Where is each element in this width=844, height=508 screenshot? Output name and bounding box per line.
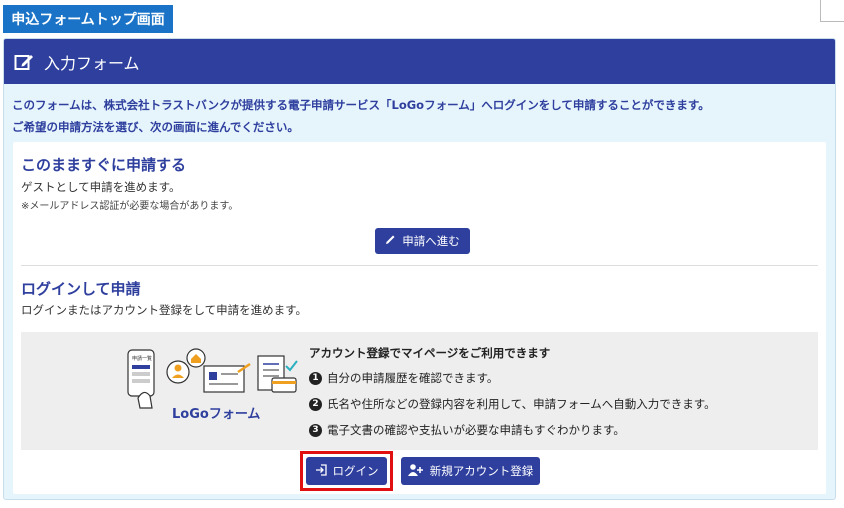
logo-illustration: 申請一覧 LoGoフォーム — [126, 346, 301, 436]
guest-section-note: ※メールアドレス認証が必要な場合があります。 — [21, 201, 239, 212]
intro-text: このフォームは、株式会社トラストバンクが提供する電子申請サービス「LoGoフォー… — [4, 84, 835, 138]
login-highlight-frame — [300, 451, 393, 491]
register-button[interactable]: 新規アカウント登録 — [401, 457, 540, 485]
features-title: アカウント登録でマイページをご利用できます — [309, 346, 551, 360]
form-card: 入力フォーム このフォームは、株式会社トラストバンクが提供する電子申請サービス「… — [3, 38, 836, 500]
feature-number-1: 1 — [309, 371, 322, 385]
proceed-button-label: 申請へ進む — [402, 234, 460, 248]
intro-line-1: このフォームは、株式会社トラストバンクが提供する電子申請サービス「LoGoフォー… — [12, 98, 710, 112]
feature-text-3: 電子文書の確認や支払いが必要な申請もすぐわかります。 — [327, 423, 625, 437]
pencil-icon — [385, 234, 396, 248]
feature-number-3: 3 — [309, 423, 322, 437]
guest-section-text: ゲストとして申請を進めます。 — [21, 180, 181, 194]
login-section-title: ログインして申請 — [21, 280, 141, 298]
edit-icon — [14, 51, 36, 73]
card-header: 入力フォーム — [4, 39, 835, 84]
feature-item-1: 1 自分の申請履歴を確認できます。 — [309, 370, 498, 386]
feature-item-2: 2 氏名や住所などの登録内容を利用して、申請フォームへ自動入力できます。 — [309, 396, 716, 412]
feature-number-2: 2 — [309, 397, 322, 411]
intro-line-2: ご希望の申請方法を選び、次の画面に進んでください。 — [12, 120, 299, 134]
page-title: 入力フォーム — [44, 53, 140, 73]
add-user-icon — [407, 463, 424, 479]
feature-text-2: 氏名や住所などの登録内容を利用して、申請フォームへ自動入力できます。 — [327, 397, 716, 411]
top-page-tab[interactable]: 申込フォームトップ画面 — [3, 5, 173, 33]
section-divider — [21, 265, 818, 266]
options-panel: このまますぐに申請する ゲストとして申請を進めます。 ※メールアドレス認証が必要… — [13, 142, 826, 494]
proceed-button[interactable]: 申請へ進む — [375, 228, 470, 254]
feature-item-3: 3 電子文書の確認や支払いが必要な申請もすぐわかります。 — [309, 422, 625, 438]
feature-text-1: 自分の申請履歴を確認できます。 — [327, 371, 499, 385]
svg-text:LoGoフォーム: LoGoフォーム — [172, 407, 260, 422]
svg-text:申請一覧: 申請一覧 — [132, 355, 152, 362]
guest-section-title: このまますぐに申請する — [21, 156, 187, 174]
account-benefits-box: 申請一覧 LoGoフォーム アカウント登録でマイページをご利用できます 1 自分… — [21, 332, 818, 450]
register-button-label: 新規アカウント登録 — [429, 464, 534, 478]
login-section-text: ログインまたはアカウント登録をして申請を進めます。 — [21, 303, 308, 317]
corner-divider — [820, 0, 844, 22]
